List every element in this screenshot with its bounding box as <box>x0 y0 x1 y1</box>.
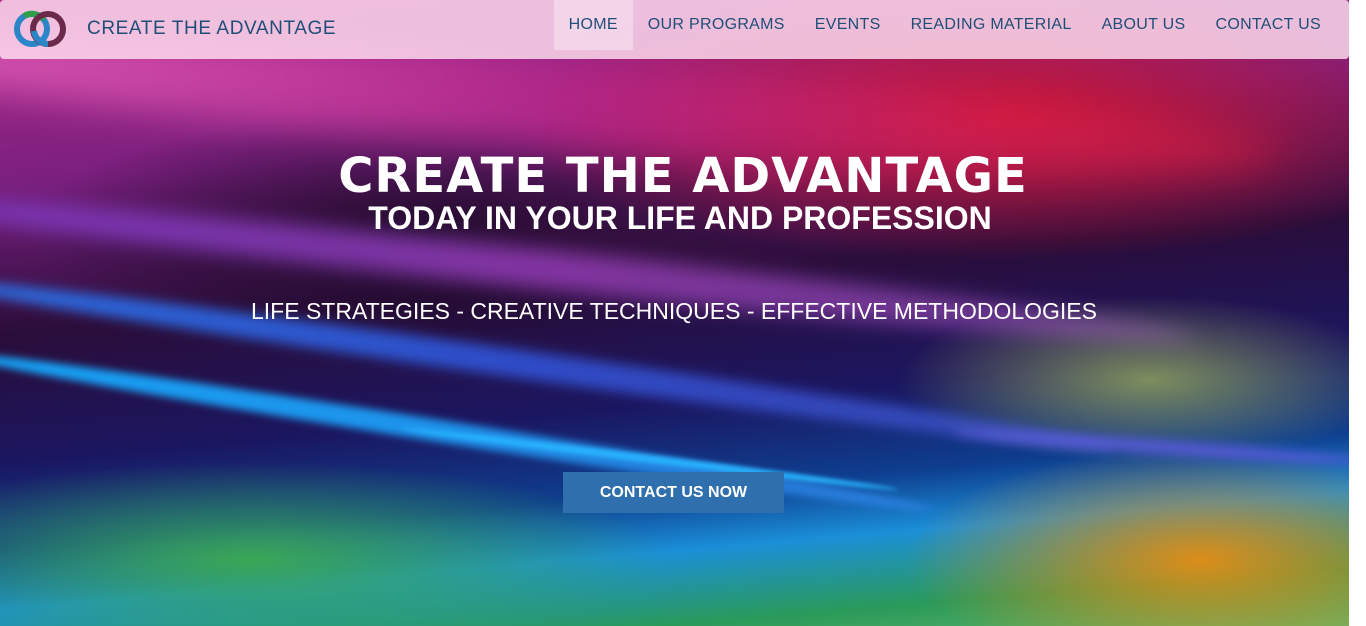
page-scroll-edge <box>1349 0 1366 626</box>
main-nav: HOME OUR PROGRAMS EVENTS READING MATERIA… <box>553 0 1336 50</box>
nav-item-about-us[interactable]: ABOUT US <box>1087 0 1201 50</box>
brand-link[interactable]: CREATE THE ADVANTAGE <box>10 6 336 52</box>
hero-color-streak <box>950 425 1349 469</box>
top-navbar: CREATE THE ADVANTAGE HOME OUR PROGRAMS E… <box>0 0 1349 59</box>
nav-item-events[interactable]: EVENTS <box>800 0 896 50</box>
contact-us-now-button[interactable]: CONTACT US NOW <box>563 472 784 513</box>
page: CREATE THE ADVANTAGE HOME OUR PROGRAMS E… <box>0 0 1366 626</box>
interlocking-rings-logo-icon <box>14 10 66 47</box>
hero-title: CREATE THE ADVANTAGE <box>338 148 1028 204</box>
nav-item-contact-us[interactable]: CONTACT US <box>1200 0 1336 50</box>
hero-color-streak <box>0 266 1117 462</box>
nav-item-reading-material[interactable]: READING MATERIAL <box>896 0 1087 50</box>
nav-item-our-programs[interactable]: OUR PROGRAMS <box>633 0 800 50</box>
hero-tagline: LIFE STRATEGIES - CREATIVE TECHNIQUES - … <box>250 298 1097 324</box>
nav-item-home[interactable]: HOME <box>553 0 633 50</box>
hero-subtitle: TODAY IN YOUR LIFE AND PROFESSION <box>368 200 992 236</box>
brand-name: CREATE THE ADVANTAGE <box>87 18 337 39</box>
hero-color-streak <box>0 341 936 521</box>
